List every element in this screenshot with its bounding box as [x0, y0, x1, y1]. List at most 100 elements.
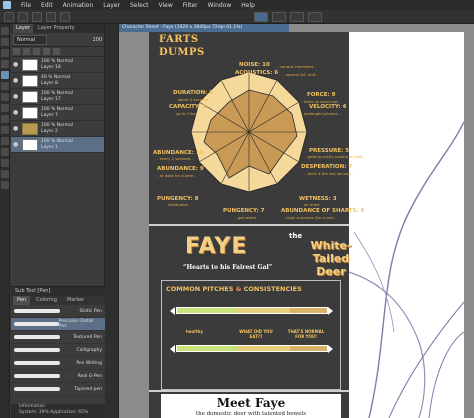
stat-label: CAPACITY: 2: [169, 104, 207, 110]
pencil-tool-icon[interactable]: [1, 82, 9, 90]
label-thats-normal: THAT'S NORMAL FOR YOU!: [287, 329, 325, 339]
layer-row[interactable]: ● 40 % Normal Layer 8: [11, 73, 104, 89]
pitches-panel: COMMON PITCHES & CONSISTENCIES healthy W…: [161, 280, 341, 390]
brush-tool-icon[interactable]: [1, 93, 9, 101]
layer-row[interactable]: ● 100 % Normal Layer 17: [11, 89, 104, 105]
layer-row[interactable]: ● 100 % Normal Layer 7: [11, 105, 104, 121]
text-tool-icon[interactable]: [1, 159, 9, 167]
sketch-lines: [349, 121, 464, 418]
canvas[interactable]: FARTS DUMPS NOISE: 10 - various chambers…: [149, 32, 464, 418]
label-healthy: healthy: [186, 329, 203, 334]
new-layer-icon[interactable]: [13, 48, 20, 55]
new-folder-icon[interactable]: [23, 48, 30, 55]
tab-layer-property[interactable]: Layer Property: [35, 24, 78, 33]
stat-sub: - feels it the last second -: [305, 171, 354, 176]
save-icon[interactable]: [32, 11, 42, 22]
brush-stroke-preview: [14, 348, 60, 352]
eye-icon[interactable]: ●: [13, 93, 19, 100]
pitches-title-b: CONSISTENCIES: [243, 285, 302, 293]
eye-icon[interactable]: ●: [13, 141, 19, 148]
stat-label: NOISE: 10: [239, 62, 270, 68]
delete-layer-icon[interactable]: [53, 48, 60, 55]
brush-item[interactable]: Calligraphy: [11, 344, 105, 357]
menu-help[interactable]: Help: [241, 2, 255, 9]
layer-name: Layer 7: [41, 112, 58, 118]
ruler-icon[interactable]: [290, 12, 304, 22]
stroke-option-icon[interactable]: [254, 12, 268, 22]
move-tool-icon[interactable]: [1, 38, 9, 46]
snap-icon[interactable]: [272, 12, 286, 22]
brush-item-selected[interactable]: Precision Detail Pen: [11, 318, 105, 331]
canvas-area[interactable]: Character Sheet - Faye (1920 x 3840px 72…: [119, 24, 474, 418]
balloon-tool-icon[interactable]: [1, 170, 9, 178]
folder-icon: [22, 122, 38, 135]
brush-item[interactable]: Tapered pen: [11, 383, 105, 396]
consistency-bar: [176, 345, 328, 352]
menu-select[interactable]: Select: [130, 2, 149, 9]
brush-name: Tapered pen: [74, 386, 102, 392]
pitch-bar: [176, 307, 328, 314]
information-panel: Information System: 39% Application: 65%: [11, 404, 105, 418]
layer-row[interactable]: ● 100 % Normal Layer 18: [11, 57, 104, 73]
figure-tool-icon[interactable]: [1, 148, 9, 156]
stat-label: ABUNDANCE: 9: [157, 166, 204, 172]
lock-icon[interactable]: [43, 48, 50, 55]
eye-icon[interactable]: ●: [13, 61, 19, 68]
layer-thumbnail: [22, 58, 38, 71]
menu-filter[interactable]: Filter: [183, 2, 198, 9]
stat-sub: - god awful -: [235, 215, 259, 220]
meet-title: Meet Faye: [216, 396, 286, 410]
brush-item[interactable]: Textured Pen: [11, 331, 105, 344]
brush-item[interactable]: Pen Writing: [11, 357, 105, 370]
clip-layer-icon[interactable]: [33, 48, 40, 55]
layer-thumbnail: [22, 106, 38, 119]
grid-icon[interactable]: [308, 12, 322, 22]
eraser-tool-icon[interactable]: [1, 115, 9, 123]
new-file-icon[interactable]: [4, 11, 14, 22]
fill-tool-icon[interactable]: [1, 126, 9, 134]
menu-edit[interactable]: Edit: [41, 2, 53, 9]
eyedropper-tool-icon[interactable]: [1, 60, 9, 68]
stat-sub: - every 2 seconds -: [157, 156, 194, 161]
menu-layer[interactable]: Layer: [103, 2, 120, 9]
document-tab[interactable]: Character Sheet - Faye (1920 x 3840px 72…: [119, 24, 289, 32]
blend-mode-select[interactable]: Normal: [13, 34, 47, 45]
label-what-did-you-eat: WHAT DID YOU EAT??: [239, 329, 273, 339]
stat-sub: - at least for a deer -: [157, 173, 197, 178]
eye-icon[interactable]: ●: [13, 109, 19, 116]
airbrush-tool-icon[interactable]: [1, 104, 9, 112]
tab-layer[interactable]: Layer: [13, 24, 33, 33]
panel-dock-strip: [105, 24, 119, 418]
tab-pen[interactable]: Pen: [13, 296, 31, 305]
eye-icon[interactable]: ●: [13, 77, 19, 84]
open-file-icon[interactable]: [18, 11, 28, 22]
selection-tool-icon[interactable]: [1, 49, 9, 57]
menu-file[interactable]: File: [21, 2, 31, 9]
opacity-value[interactable]: 100: [92, 37, 102, 43]
brush-name: Real G-Pen: [77, 373, 102, 379]
layer-row-selected[interactable]: ● 100 % Normal Layer 1: [11, 137, 104, 153]
pen-tool-icon[interactable]: [1, 71, 9, 79]
info-usage: System: 39% Application: 65%: [19, 410, 89, 415]
redo-icon[interactable]: [60, 11, 70, 22]
layer-thumbnail: [22, 90, 38, 103]
stat-sub: - huge surprises (for a pro) -: [283, 215, 337, 220]
brush-item[interactable]: Static Pen: [11, 305, 105, 318]
zoom-tool-icon[interactable]: [1, 27, 9, 35]
layer-properties-row: Normal 100: [11, 33, 104, 47]
tool-palette: [0, 24, 10, 418]
ruler-tool-icon[interactable]: [1, 181, 9, 189]
menu-view[interactable]: View: [159, 2, 173, 9]
eye-icon[interactable]: ●: [13, 125, 19, 132]
character-quote: “Hearts to his Fairest Gal”: [183, 264, 273, 271]
undo-icon[interactable]: [46, 11, 56, 22]
brush-name: Calligraphy: [76, 347, 103, 353]
menu-window[interactable]: Window: [208, 2, 232, 9]
layer-row[interactable]: ● 100 % Normal Layer 2: [11, 121, 104, 137]
gradient-tool-icon[interactable]: [1, 137, 9, 145]
tab-marker[interactable]: Marker: [63, 296, 88, 305]
stat-label: FORCE: 9: [307, 92, 336, 98]
brush-item[interactable]: Real G-Pen: [11, 370, 105, 383]
tab-coloring[interactable]: Coloring: [32, 296, 61, 305]
menu-animation[interactable]: Animation: [63, 2, 94, 9]
